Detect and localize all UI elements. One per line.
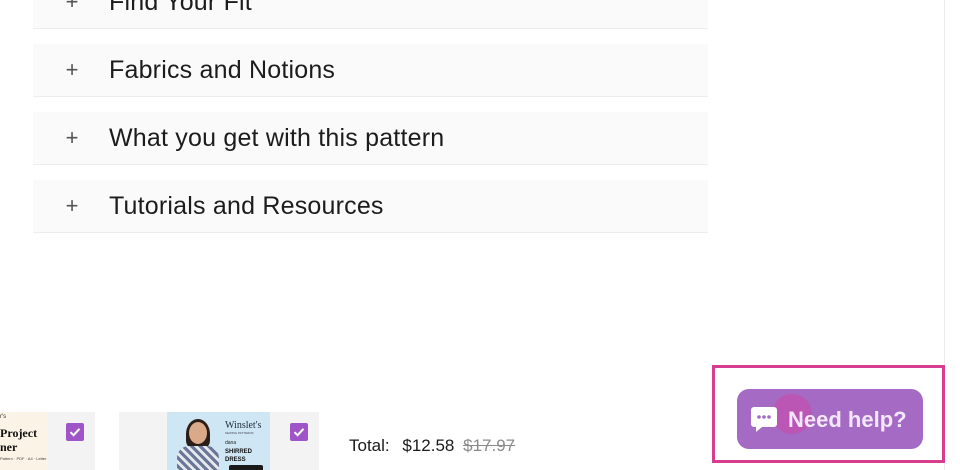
- product-thumbnail[interactable]: r's Project ner Pattern · PDF · A4 · Let…: [0, 412, 48, 470]
- accordion-title: Find Your Fit: [109, 0, 252, 16]
- checkmark-icon: [69, 428, 81, 437]
- accordion-title: Tutorials and Resources: [109, 191, 384, 220]
- accordion-title: Fabrics and Notions: [109, 55, 336, 84]
- need-help-button[interactable]: Need help?: [737, 389, 923, 449]
- accordion-item-tutorials-and-resources[interactable]: + Tutorials and Resources: [33, 180, 708, 233]
- bundle-product-card[interactable]: Winslet's SEWING PATTERNS dana SHIRRED D…: [119, 412, 319, 470]
- pattern-title: SHIRRED DRESS: [225, 448, 252, 464]
- thumbnail-title: Project ner: [0, 426, 37, 454]
- plus-icon: +: [65, 0, 79, 14]
- pattern-title-line: DRESS: [225, 457, 246, 463]
- plus-icon: +: [65, 57, 79, 82]
- accordion-title: What you get with this pattern: [109, 123, 445, 152]
- bundle-total: Total: $12.58 $17.97: [349, 436, 515, 456]
- total-price: $12.58: [402, 436, 455, 455]
- bundle-product-card[interactable]: r's Project ner Pattern · PDF · A4 · Let…: [0, 412, 95, 470]
- chat-bubble-icon: [751, 407, 777, 432]
- product-thumbnail[interactable]: Winslet's SEWING PATTERNS dana SHIRRED D…: [167, 412, 270, 470]
- thumbnail-title-line: ner: [0, 440, 18, 454]
- total-compare-price: $17.97: [463, 436, 516, 455]
- total-label: Total:: [349, 436, 390, 455]
- model-dress: [177, 446, 219, 470]
- bundle-item-checkbox[interactable]: [290, 423, 308, 441]
- pattern-name: dana: [225, 440, 237, 446]
- plus-icon: +: [65, 125, 79, 150]
- bundle-item-checkbox[interactable]: [66, 423, 84, 441]
- thumbnail-badge: [229, 465, 263, 470]
- accordion-item-fabrics-and-notions[interactable]: + Fabrics and Notions: [33, 44, 708, 97]
- plus-icon: +: [65, 193, 79, 218]
- thumbnail-footnote: Pattern · PDF · A4 · Letter: [0, 456, 47, 461]
- need-help-label: Need help?: [788, 407, 907, 432]
- accordion-item-what-you-get[interactable]: + What you get with this pattern: [33, 112, 708, 165]
- thumbnail-text: r's: [0, 414, 7, 420]
- brand-subtitle: SEWING PATTERNS: [225, 431, 254, 435]
- page-scrollbar[interactable]: [944, 0, 960, 470]
- pattern-title-line: SHIRRED: [225, 449, 253, 455]
- product-accordion: + Find Your Fit + Fabrics and Notions + …: [33, 0, 708, 248]
- model-face: [189, 422, 207, 444]
- brand-logo-text: Winslet's: [225, 420, 262, 431]
- checkmark-icon: [293, 428, 305, 437]
- thumbnail-title-line: Project: [0, 426, 38, 440]
- accordion-item-find-your-fit[interactable]: + Find Your Fit: [33, 0, 708, 29]
